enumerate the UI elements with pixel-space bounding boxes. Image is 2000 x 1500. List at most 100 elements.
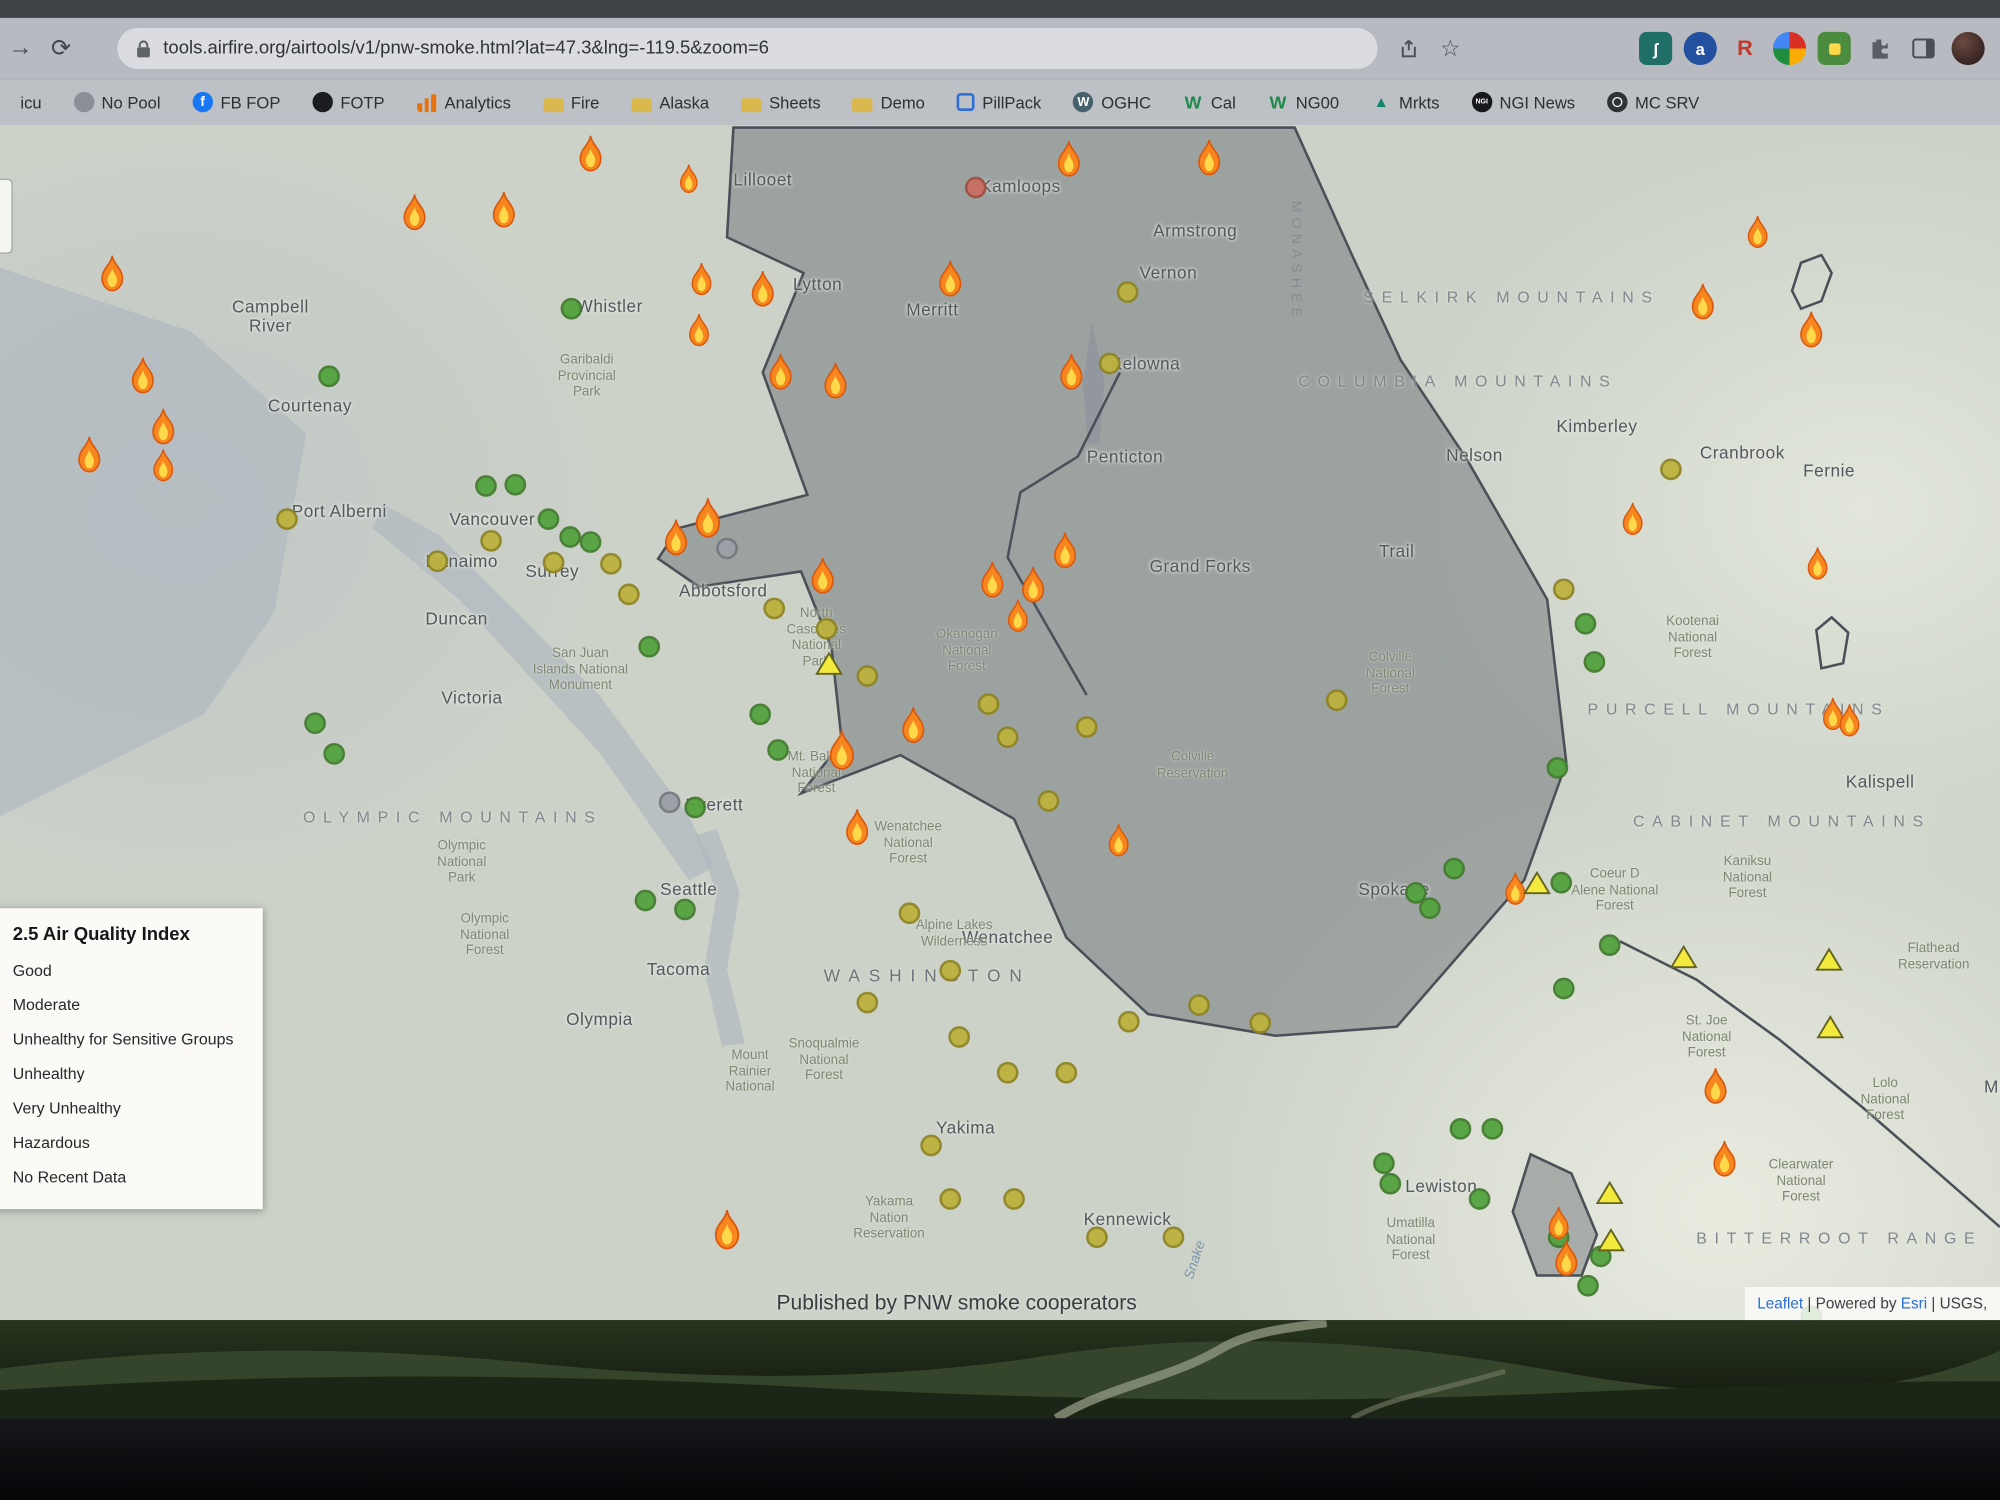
monitor-marker-gr[interactable] xyxy=(659,791,681,813)
bookmark-alaska[interactable]: Alaska xyxy=(631,92,709,111)
monitor-marker-g[interactable] xyxy=(304,712,326,734)
monitor-marker-y[interactable] xyxy=(857,992,879,1014)
ext-a[interactable]: a xyxy=(1684,32,1717,65)
monitor-marker-y[interactable] xyxy=(600,553,622,575)
monitor-marker-y[interactable] xyxy=(1249,1012,1271,1034)
monitor-marker-g[interactable] xyxy=(1373,1152,1395,1174)
bookmark-fire[interactable]: Fire xyxy=(543,92,600,111)
monitor-marker-y[interactable] xyxy=(948,1026,970,1048)
fire-marker[interactable] xyxy=(690,497,726,539)
aqi-triangle-marker[interactable] xyxy=(1670,944,1698,970)
monitor-marker-y[interactable] xyxy=(997,726,1019,748)
forward-button[interactable]: → xyxy=(0,34,41,62)
ext-r[interactable]: R xyxy=(1728,32,1761,65)
monitor-marker-y[interactable] xyxy=(543,552,565,574)
monitor-marker-g[interactable] xyxy=(1482,1118,1504,1140)
ext-puzzle[interactable] xyxy=(1862,32,1895,65)
aqi-triangle-marker[interactable] xyxy=(1597,1227,1625,1253)
aqi-triangle-marker[interactable] xyxy=(1596,1180,1624,1206)
bookmark-oghc[interactable]: WOGHC xyxy=(1073,92,1151,112)
bookmark-sheets[interactable]: Sheets xyxy=(741,92,821,111)
fire-marker[interactable] xyxy=(96,254,129,292)
aqi-triangle-marker[interactable] xyxy=(815,651,843,677)
monitor-marker-g[interactable] xyxy=(561,298,583,320)
fire-marker[interactable] xyxy=(1104,823,1134,857)
bookmark-star-icon[interactable]: ☆ xyxy=(1440,35,1461,62)
fire-marker[interactable] xyxy=(824,729,860,771)
fire-marker[interactable] xyxy=(1003,599,1033,633)
bookmark-pillpack[interactable]: PillPack xyxy=(957,92,1042,111)
bookmark-mc-srv[interactable]: MC SRV xyxy=(1607,92,1699,112)
fire-marker[interactable] xyxy=(1052,140,1085,178)
monitor-marker-g[interactable] xyxy=(1379,1173,1401,1195)
bookmark-ng00[interactable]: WNG00 xyxy=(1268,92,1339,112)
fire-marker[interactable] xyxy=(1048,531,1081,569)
monitor-marker-g[interactable] xyxy=(504,474,526,496)
fire-marker[interactable] xyxy=(764,353,797,391)
monitor-marker-g[interactable] xyxy=(1550,872,1572,894)
monitor-marker-y[interactable] xyxy=(857,665,879,687)
fire-marker[interactable] xyxy=(1193,138,1226,176)
monitor-marker-y[interactable] xyxy=(997,1062,1019,1084)
fire-marker[interactable] xyxy=(1835,703,1865,737)
fire-marker[interactable] xyxy=(1743,215,1773,249)
bookmark-icu[interactable]: icu xyxy=(20,92,41,111)
fire-marker[interactable] xyxy=(897,706,930,744)
monitor-marker-y[interactable] xyxy=(1118,1011,1140,1033)
monitor-marker-g[interactable] xyxy=(1575,613,1597,635)
monitor-marker-y[interactable] xyxy=(763,598,785,620)
monitor-marker-y[interactable] xyxy=(480,530,502,552)
monitor-marker-g[interactable] xyxy=(1577,1275,1599,1297)
aqi-triangle-marker[interactable] xyxy=(1815,946,1843,972)
fire-marker[interactable] xyxy=(574,134,607,172)
monitor-marker-g[interactable] xyxy=(580,531,602,553)
monitor-marker-g[interactable] xyxy=(1419,897,1441,919)
ext-script[interactable]: ʃ xyxy=(1639,32,1672,65)
bookmark-fotp[interactable]: FOTP xyxy=(312,92,384,112)
monitor-marker-gr[interactable] xyxy=(716,538,738,560)
fire-marker[interactable] xyxy=(1686,282,1719,320)
fire-marker[interactable] xyxy=(1699,1067,1732,1105)
monitor-marker-y[interactable] xyxy=(1660,459,1682,481)
monitor-marker-y[interactable] xyxy=(939,1188,961,1210)
fire-marker[interactable] xyxy=(819,361,852,399)
fire-marker[interactable] xyxy=(934,259,967,297)
fire-marker[interactable] xyxy=(684,313,714,347)
fire-marker[interactable] xyxy=(841,808,874,846)
monitor-marker-y[interactable] xyxy=(427,550,449,572)
monitor-marker-y[interactable] xyxy=(1117,281,1139,303)
fire-marker[interactable] xyxy=(487,191,520,229)
monitor-marker-g[interactable] xyxy=(1469,1188,1491,1210)
monitor-marker-g[interactable] xyxy=(323,743,345,765)
monitor-marker-g[interactable] xyxy=(684,797,706,819)
fire-marker[interactable] xyxy=(148,448,178,482)
ext-green[interactable] xyxy=(1818,32,1851,65)
fire-marker[interactable] xyxy=(746,270,779,308)
monitor-marker-y[interactable] xyxy=(1326,689,1348,711)
monitor-marker-g[interactable] xyxy=(1553,978,1575,1000)
bookmark-no-pool[interactable]: No Pool xyxy=(74,92,161,112)
ext-panel[interactable] xyxy=(1907,32,1940,65)
leaflet-link[interactable]: Leaflet xyxy=(1757,1295,1803,1313)
zoom-control-partial[interactable] xyxy=(0,179,13,254)
reload-button[interactable]: ⟳ xyxy=(41,34,82,63)
ext-pie[interactable] xyxy=(1773,32,1806,65)
monitor-marker-r[interactable] xyxy=(965,177,987,199)
monitor-marker-g[interactable] xyxy=(1443,858,1465,880)
fire-marker[interactable] xyxy=(147,407,180,445)
aqi-triangle-marker[interactable] xyxy=(1523,870,1551,896)
bookmark-analytics[interactable]: Analytics xyxy=(416,92,510,112)
fire-marker[interactable] xyxy=(976,560,1009,598)
fire-marker[interactable] xyxy=(1550,1239,1583,1277)
monitor-marker-g[interactable] xyxy=(1450,1118,1472,1140)
monitor-marker-y[interactable] xyxy=(899,902,921,924)
monitor-marker-g[interactable] xyxy=(1599,934,1621,956)
address-bar[interactable]: tools.airfire.org/airtools/v1/pnw-smoke.… xyxy=(117,28,1377,69)
bookmark-ngi-news[interactable]: NGINGI News xyxy=(1471,92,1575,112)
monitor-marker-y[interactable] xyxy=(1553,578,1575,600)
monitor-marker-g[interactable] xyxy=(767,739,789,761)
monitor-marker-g[interactable] xyxy=(538,508,560,530)
bookmark-fb-fop[interactable]: fFB FOP xyxy=(192,92,280,112)
fire-marker[interactable] xyxy=(73,435,106,473)
monitor-marker-y[interactable] xyxy=(1038,790,1060,812)
